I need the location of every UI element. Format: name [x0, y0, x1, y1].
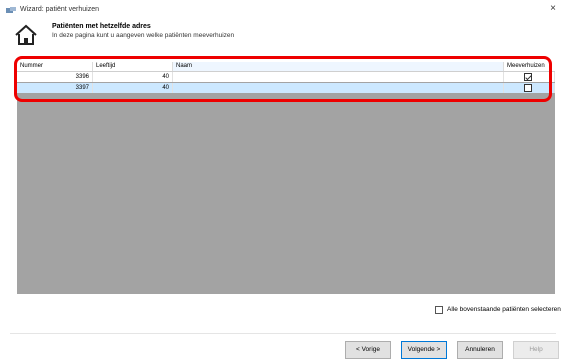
- house-icon: [15, 24, 37, 45]
- wizard-app-icon: [6, 7, 16, 13]
- select-all-label[interactable]: Alle bovenstaande patiënten selecteren: [447, 306, 561, 313]
- page-title: Patiënten met hetzelfde adres: [52, 23, 151, 30]
- highlight-annotation: [14, 56, 552, 102]
- wizard-header: Patiënten met hetzelfde adres In deze pa…: [0, 18, 566, 48]
- footer-divider: [10, 333, 556, 334]
- next-button[interactable]: Volgende >: [401, 341, 447, 359]
- select-all-box[interactable]: [435, 306, 443, 314]
- page-subtitle: In deze pagina kunt u aangeven welke pat…: [52, 32, 235, 39]
- window-title: Wizard: patiënt verhuizen: [20, 6, 99, 13]
- close-icon[interactable]: ×: [550, 4, 556, 14]
- cancel-button[interactable]: Annuleren: [457, 341, 503, 359]
- help-button[interactable]: Help: [513, 341, 559, 359]
- previous-button[interactable]: < Vorige: [345, 341, 391, 359]
